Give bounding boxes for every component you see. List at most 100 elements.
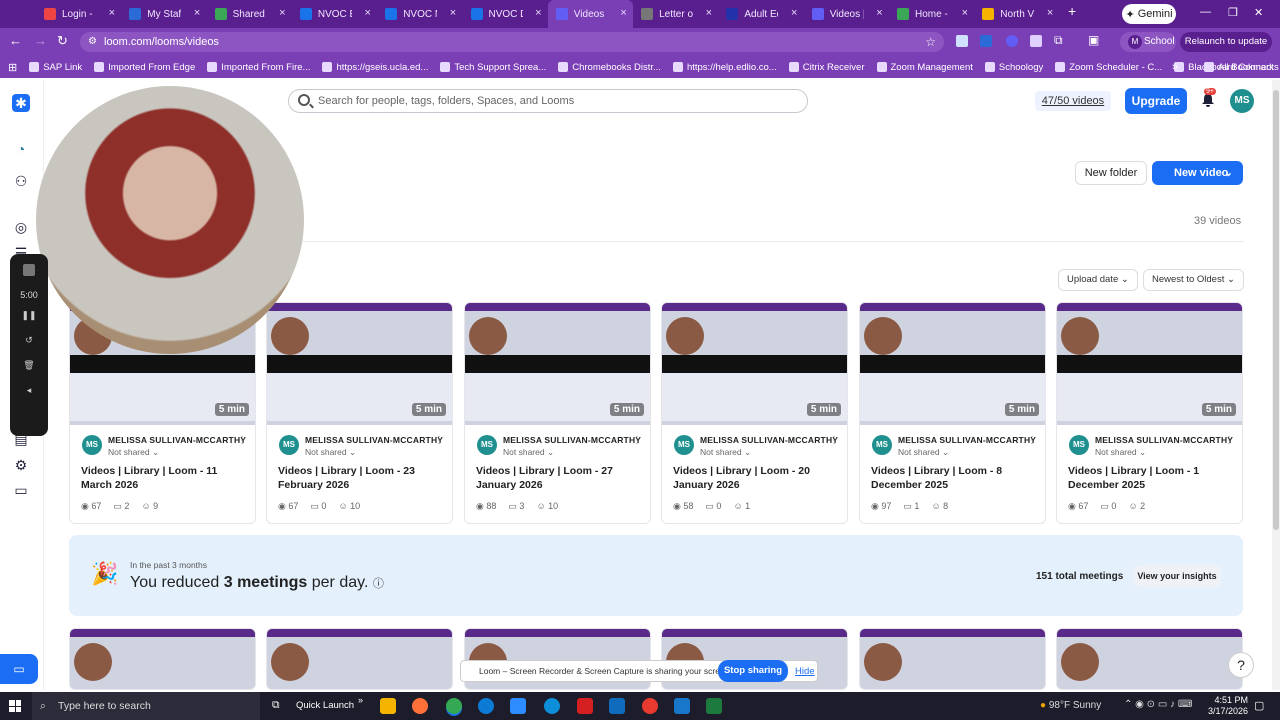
maximize-button[interactable]: ❐: [1228, 6, 1238, 19]
app-icon[interactable]: [642, 698, 658, 714]
close-tab-icon[interactable]: ×: [620, 7, 626, 19]
weather-widget[interactable]: ● 98°F Sunny: [1040, 692, 1101, 720]
close-tab-icon[interactable]: ×: [962, 7, 968, 19]
bookmark-item[interactable]: Chromebooks Distr...: [558, 62, 661, 73]
close-tab-icon[interactable]: ×: [876, 7, 882, 19]
firefox-icon[interactable]: [412, 698, 428, 714]
browser-tab[interactable]: Letter of S ×: [633, 0, 718, 28]
bookmark-item[interactable]: https://help.edlio.co...: [672, 62, 777, 73]
close-tab-icon[interactable]: ×: [109, 7, 115, 19]
video-thumbnail[interactable]: 5 min: [662, 303, 847, 425]
video-title[interactable]: Videos | Library | Loom - 11 March 2026: [81, 464, 246, 492]
browser-tab[interactable]: NVOC De ×: [463, 0, 548, 28]
bookmark-item[interactable]: Tech Support Sprea...: [440, 62, 546, 73]
view-insights-button[interactable]: View your insights: [1133, 565, 1221, 587]
reload-icon[interactable]: ↻: [57, 33, 68, 49]
puzzle-icon[interactable]: ⧉: [1054, 33, 1063, 48]
hide-share-bar-link[interactable]: Hide: [795, 666, 815, 677]
help-button[interactable]: ?: [1228, 652, 1254, 678]
stop-record-icon[interactable]: [23, 264, 35, 276]
chrome-icon[interactable]: [446, 698, 462, 714]
video-title[interactable]: Videos | Library | Loom - 8 December 202…: [871, 464, 1036, 492]
video-card[interactable]: 5 min MS MELISSA SULLIVAN-MCCARTHY Not shar…: [464, 302, 651, 524]
bookmark-item[interactable]: Schoology: [984, 62, 1043, 73]
file-explorer-icon[interactable]: [380, 698, 396, 714]
acrobat-icon[interactable]: [577, 698, 593, 714]
clock[interactable]: 4:51 PM 3/17/2026: [1206, 695, 1248, 717]
video-quota[interactable]: 47/50 videos: [1035, 91, 1111, 111]
bookmark-item[interactable]: Zoom Scheduler - C...: [1055, 62, 1162, 73]
camera-bubble[interactable]: [36, 86, 304, 354]
browser-tab[interactable]: NVOC EM ×: [292, 0, 377, 28]
browser-tab[interactable]: My Staff E ×: [121, 0, 206, 28]
share-status[interactable]: Not shared ⌄: [898, 447, 949, 458]
workspace-icon[interactable]: ◔: [12, 140, 30, 158]
account-icon[interactable]: ◎: [12, 218, 30, 236]
close-window-button[interactable]: ✕: [1254, 6, 1263, 19]
zoom-icon[interactable]: [510, 698, 526, 714]
camera-toggle-icon[interactable]: ▭: [0, 654, 38, 684]
video-title[interactable]: Videos | Library | Loom - 27 January 202…: [476, 464, 641, 492]
video-thumbnail[interactable]: 5 min: [1057, 303, 1242, 425]
notifications-icon[interactable]: ▢: [1254, 699, 1264, 712]
close-tab-icon[interactable]: ×: [279, 7, 285, 19]
excel-icon[interactable]: [706, 698, 722, 714]
trash-icon[interactable]: 🗑: [10, 360, 48, 371]
video-title[interactable]: Videos | Library | Loom - 23 February 20…: [278, 464, 443, 492]
all-bookmarks[interactable]: All Bookmarks: [1204, 62, 1279, 73]
browser-tab[interactable]: NVOC Mic ×: [377, 0, 462, 28]
system-tray-icons[interactable]: ⌃ ◉ ⊙ ▭ ♪ ⌨: [1124, 699, 1192, 710]
page-scrollbar[interactable]: [1272, 80, 1280, 690]
video-title[interactable]: Videos | Library | Loom - 1 December 202…: [1068, 464, 1233, 492]
task-view-icon[interactable]: ⧉: [272, 699, 280, 712]
upgrade-button[interactable]: Upgrade: [1125, 88, 1187, 114]
share-status[interactable]: Not shared ⌄: [305, 447, 356, 458]
add-user-icon[interactable]: ⚇: [12, 172, 30, 190]
minimize-button[interactable]: —: [1200, 6, 1211, 18]
video-thumbnail[interactable]: [859, 628, 1046, 690]
info-icon[interactable]: ⓘ: [373, 578, 384, 590]
video-thumbnail[interactable]: [266, 628, 453, 690]
search-input[interactable]: Search for people, tags, folders, Spaces…: [288, 89, 808, 113]
share-status[interactable]: Not shared ⌄: [700, 447, 751, 458]
video-card[interactable]: 5 min MS MELISSA SULLIVAN-MCCARTHY Not shar…: [1056, 302, 1243, 524]
close-tab-icon[interactable]: ×: [1047, 7, 1053, 19]
zoom-extension-icon[interactable]: [980, 35, 992, 47]
more-options-icon[interactable]: ⋮: [1224, 435, 1234, 446]
quick-launch-label[interactable]: Quick Launch: [296, 700, 354, 711]
bookmark-item[interactable]: https://gseis.ucla.ed...: [322, 62, 428, 73]
chevron-icon[interactable]: »: [358, 695, 363, 705]
browser-tab[interactable]: Login - My ×: [36, 0, 121, 28]
close-tab-icon[interactable]: ×: [364, 7, 370, 19]
browser-tab[interactable]: Adult Ed. ×: [718, 0, 803, 28]
sort-field-select[interactable]: Upload date ⌄: [1058, 269, 1138, 291]
bookmark-item[interactable]: Citrix Receiver: [788, 62, 865, 73]
bookmark-item[interactable]: SAP Link: [29, 62, 82, 73]
loom-extension-icon[interactable]: [1006, 35, 1018, 47]
new-tab-button[interactable]: +: [1068, 3, 1076, 19]
pause-icon[interactable]: ❚❚: [10, 310, 48, 321]
video-card[interactable]: 5 min MS MELISSA SULLIVAN-MCCARTHY Not shar…: [661, 302, 848, 524]
video-thumbnail[interactable]: 5 min: [860, 303, 1045, 425]
bookmark-item[interactable]: Imported From Fire...: [207, 62, 310, 73]
browser-tab[interactable]: North Vall ×: [974, 0, 1059, 28]
bookmark-item[interactable]: Zoom Management: [876, 62, 973, 73]
outlook-icon[interactable]: [609, 698, 625, 714]
video-thumbnail[interactable]: 5 min: [267, 303, 452, 425]
more-bookmarks-icon[interactable]: »: [1172, 61, 1178, 73]
more-options-icon[interactable]: ⋮: [1027, 435, 1037, 446]
more-options-icon[interactable]: ⋮: [434, 435, 444, 446]
extension-icon[interactable]: [1030, 35, 1042, 47]
video-thumbnail[interactable]: [69, 628, 256, 690]
share-status[interactable]: Not shared ⌄: [503, 447, 554, 458]
user-avatar[interactable]: MS: [1230, 89, 1254, 113]
address-bar[interactable]: ⚙ loom.com/looms/videos ☆: [80, 32, 944, 52]
video-title[interactable]: Videos | Library | Loom - 20 January 202…: [673, 464, 838, 492]
loom-logo-icon[interactable]: ✱: [12, 94, 30, 112]
new-folder-button[interactable]: New folder: [1075, 161, 1147, 185]
back-icon[interactable]: ←: [9, 33, 22, 48]
close-tab-icon[interactable]: ×: [194, 7, 200, 19]
more-options-icon[interactable]: ⋮: [632, 435, 642, 446]
browser-tab[interactable]: Videos ×: [547, 0, 633, 28]
close-tab-icon[interactable]: ×: [450, 7, 456, 19]
